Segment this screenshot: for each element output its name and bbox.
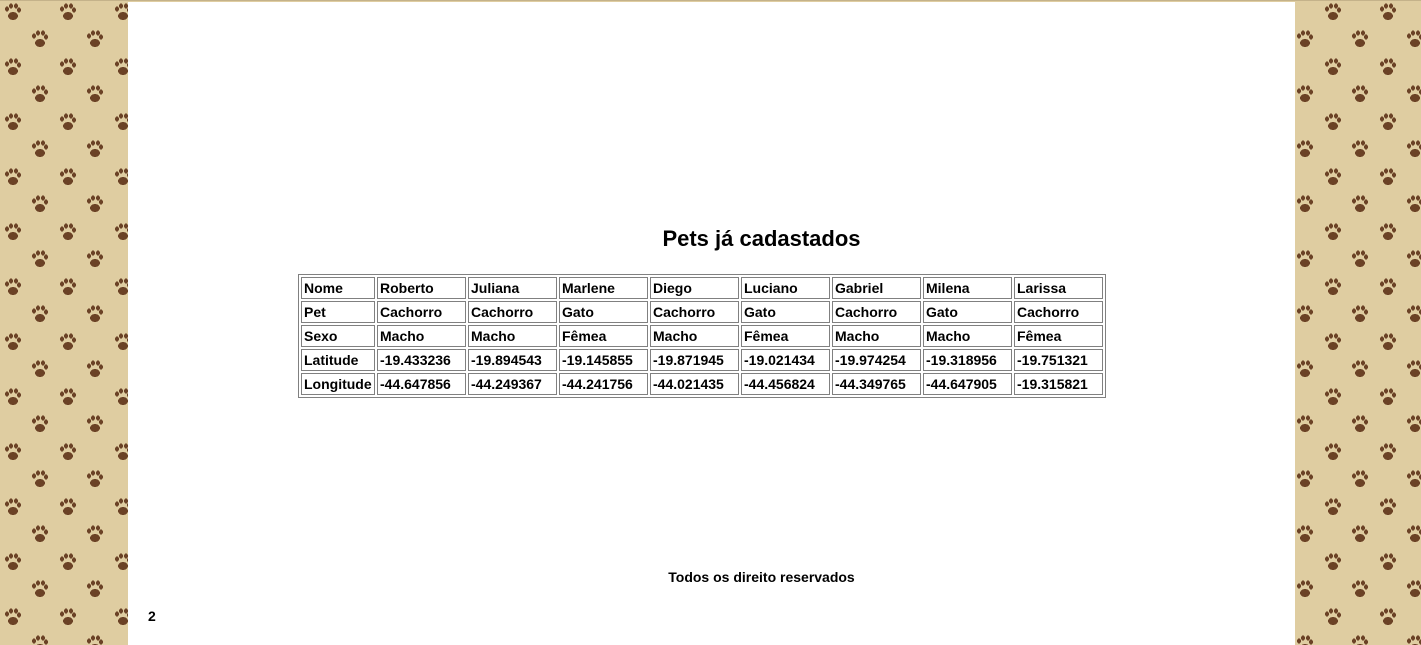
table-cell: Cachorro [832,301,921,323]
table-cell: -19.433236 [377,349,466,371]
row-header: Sexo [301,325,375,347]
table-cell: -44.249367 [468,373,557,395]
table-cell: -19.021434 [741,349,830,371]
table-cell: Cachorro [650,301,739,323]
table-cell: Macho [832,325,921,347]
footer-text: Todos os direito reservados [668,569,855,585]
table-cell: Fêmea [559,325,648,347]
pets-table: Nome Roberto Juliana Marlene Diego Luciano Gab… [298,274,1106,398]
pets-table-body: Nome Roberto Juliana Marlene Diego Luciano Gab… [301,277,1103,395]
table-cell: -19.894543 [468,349,557,371]
table-cell: Gato [559,301,648,323]
table-row: Latitude -19.433236 -19.894543 -19.145855 -1… [301,349,1103,371]
table-row: Pet Cachorro Cachorro Gato Cachorro Gato Cacho… [301,301,1103,323]
table-cell: Diego [650,277,739,299]
row-header: Longitude [301,373,375,395]
table-cell: Macho [650,325,739,347]
table-cell: -19.145855 [559,349,648,371]
table-cell: -19.871945 [650,349,739,371]
table-cell: Gato [741,301,830,323]
table-cell: Macho [923,325,1012,347]
row-header: Latitude [301,349,375,371]
table-cell: Fêmea [741,325,830,347]
table-cell: -44.241756 [559,373,648,395]
table-cell: -19.974254 [832,349,921,371]
table-cell: -19.315821 [1014,373,1103,395]
table-cell: Cachorro [468,301,557,323]
table-cell: Milena [923,277,1012,299]
table-cell: Gato [923,301,1012,323]
row-header: Pet [301,301,375,323]
table-cell: Marlene [559,277,648,299]
table-cell: -19.751321 [1014,349,1103,371]
table-cell: Cachorro [377,301,466,323]
page-number: 2 [148,608,156,624]
table-cell: Juliana [468,277,557,299]
table-cell: -44.647905 [923,373,1012,395]
table-cell: Macho [377,325,466,347]
table-cell: Luciano [741,277,830,299]
table-row: Longitude -44.647856 -44.249367 -44.241756-… [301,373,1103,395]
table-cell: -44.456824 [741,373,830,395]
content-area: Pets já cadastados Nome Roberto Juliana Mar… [128,2,1295,645]
table-cell: -44.021435 [650,373,739,395]
row-header: Nome [301,277,375,299]
table-row: Nome Roberto Juliana Marlene Diego Luciano Gab… [301,277,1103,299]
table-cell: Cachorro [1014,301,1103,323]
table-cell: -19.318956 [923,349,1012,371]
table-cell: -44.647856 [377,373,466,395]
page-title: Pets já cadastados [662,226,861,251]
table-cell: Larissa [1014,277,1103,299]
table-cell: Roberto [377,277,466,299]
table-cell: Fêmea [1014,325,1103,347]
table-cell: -44.349765 [832,373,921,395]
table-row: Sexo Macho Macho Fêmea Macho Fêmea Macho Macho F… [301,325,1103,347]
table-cell: Gabriel [832,277,921,299]
table-cell: Macho [468,325,557,347]
